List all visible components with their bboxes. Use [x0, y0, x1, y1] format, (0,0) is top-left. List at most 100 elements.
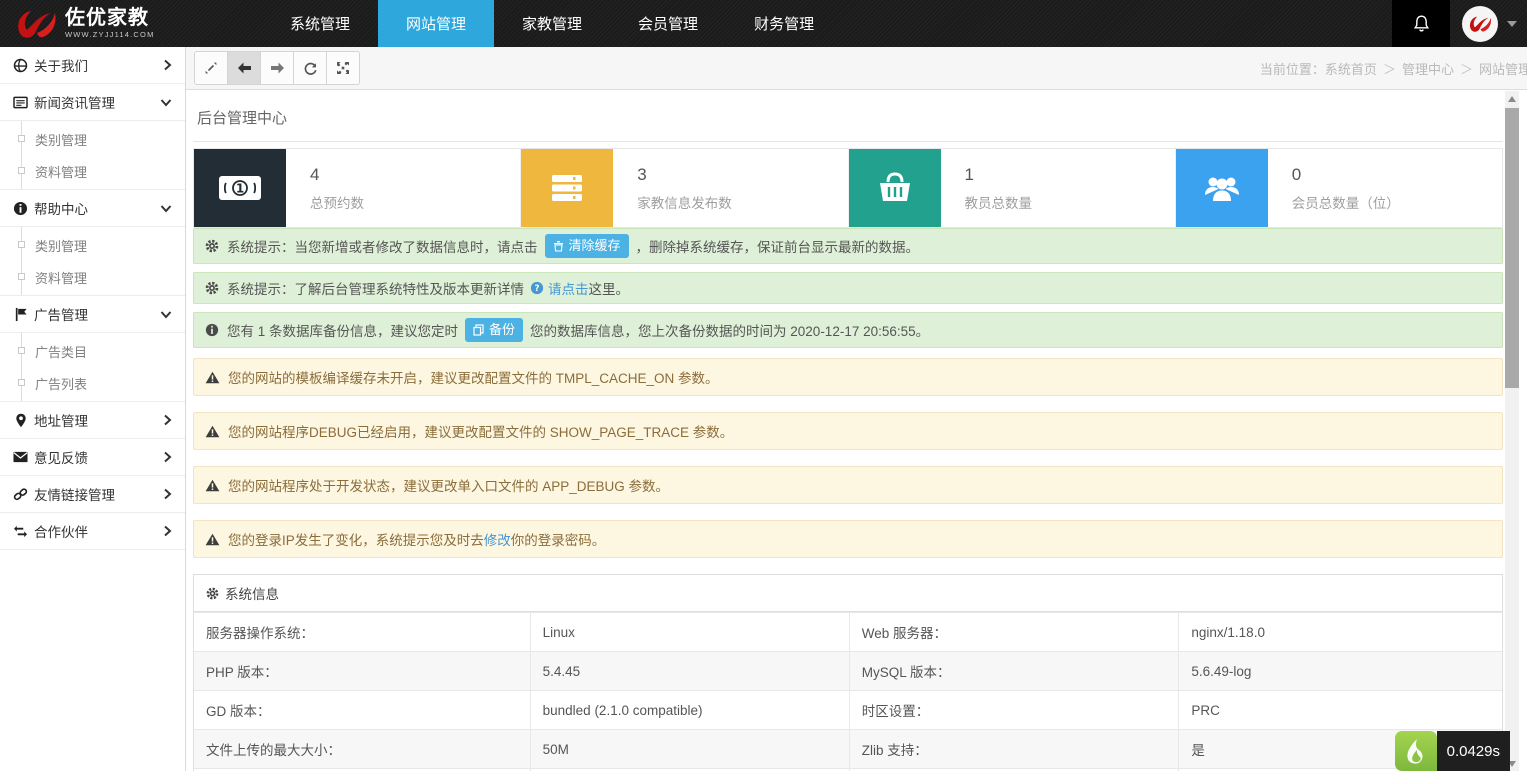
- system-info-panel: 系统信息 服务器操作系统：Linux Web 服务器：nginx/1.18.0 …: [193, 574, 1503, 771]
- fullscreen-button[interactable]: [326, 51, 360, 85]
- scroll-up-arrow-icon[interactable]: [1505, 91, 1519, 106]
- sidebar-item-links[interactable]: 友情链接管理: [0, 476, 185, 513]
- scrollbar-thumb[interactable]: [1505, 108, 1519, 388]
- stat-value: 1: [965, 165, 1033, 185]
- chevron-down-icon: [160, 310, 172, 319]
- chevron-right-icon: [163, 414, 172, 426]
- info-value: bundled (2.1.0 compatible): [530, 691, 849, 730]
- table-row: GD 版本：bundled (2.1.0 compatible) 时区设置：PR…: [194, 691, 1502, 730]
- chevron-right-icon: [163, 488, 172, 500]
- info-label: MySQL 版本：: [849, 652, 1179, 691]
- sidebar-item-about[interactable]: 关于我们: [0, 47, 185, 84]
- sidebar-submenu-ads: 广告类目 广告列表: [0, 333, 185, 402]
- sidebar-item-help[interactable]: 帮助中心: [0, 190, 185, 227]
- thinkphp-flame-icon: [1395, 731, 1437, 771]
- sidebar-item-label: 广告管理: [34, 304, 88, 324]
- sidebar-item-label: 意见反馈: [34, 447, 88, 467]
- info-value: 5.4.45: [530, 652, 849, 691]
- copy-icon: [473, 324, 484, 336]
- sidebar-submenu-news: 类别管理 资料管理: [0, 121, 185, 190]
- info-value: 50M: [530, 730, 849, 769]
- bell-icon: [1412, 14, 1431, 34]
- menu-item-finance[interactable]: 财务管理: [726, 0, 842, 47]
- sidebar-item-label: 新闻资讯管理: [34, 92, 115, 112]
- table-row: 服务器操作系统：Linux Web 服务器：nginx/1.18.0: [194, 613, 1502, 652]
- stat-label: 家教信息发布数: [637, 192, 732, 212]
- menu-item-system[interactable]: 系统管理: [262, 0, 378, 47]
- stat-card-members[interactable]: 0 会员总数量（位）: [1175, 149, 1502, 227]
- gear-icon: [205, 239, 219, 253]
- stat-label: 总预约数: [310, 192, 364, 212]
- main-menu: 系统管理 网站管理 家教管理 会员管理 财务管理: [262, 0, 842, 47]
- svg-text:?: ?: [534, 284, 539, 294]
- chevron-right-icon: [163, 451, 172, 463]
- vertical-scrollbar[interactable]: [1505, 91, 1519, 771]
- stat-card-bookings[interactable]: 1 4 总预约数: [194, 149, 520, 227]
- sidebar-submenu-help: 类别管理 资料管理: [0, 227, 185, 296]
- trace-badge[interactable]: 0.0429s: [1395, 731, 1510, 771]
- stat-value: 3: [637, 165, 732, 185]
- info-value: 5.6.49-log: [1179, 652, 1502, 691]
- stat-card-teachers[interactable]: 1 教员总数量: [848, 149, 1175, 227]
- table-row: 文件上传的最大大小：50M Zlib 支持：是: [194, 730, 1502, 769]
- chevron-down-icon: [1507, 21, 1517, 27]
- stat-card-tutor-posts[interactable]: 3 家教信息发布数: [520, 149, 847, 227]
- alert-text: 您的网站程序DEBUG已经启用，建议更改配置文件的 SHOW_PAGE_TRAC…: [228, 421, 733, 441]
- refresh-icon: [303, 61, 318, 76]
- alert-text: 您的登录IP发生了变化，系统提示您及时去: [228, 529, 484, 549]
- sidebar-item-address[interactable]: 地址管理: [0, 402, 185, 439]
- sidebar: 关于我们 新闻资讯管理 类别管理 资料管理 帮助中心 类别管理 资料管理: [0, 47, 186, 771]
- alert-text: 您的网站的模板编译缓存未开启，建议更改配置文件的 TMPL_CACHE_ON 参…: [228, 367, 719, 387]
- sidebar-subitem-ad-list[interactable]: 广告列表: [0, 367, 185, 399]
- page-title: 后台管理中心: [193, 97, 1503, 142]
- breadcrumb-separator: ＞: [1383, 62, 1396, 77]
- brand[interactable]: 佐优家教 WWW.ZYJJ114.COM: [0, 0, 262, 47]
- sidebar-item-partners[interactable]: 合作伙伴: [0, 513, 185, 550]
- back-button[interactable]: [227, 51, 261, 85]
- sidebar-subitem-label: 类别管理: [35, 130, 87, 149]
- map-marker-icon: [13, 413, 28, 428]
- user-menu[interactable]: [1450, 0, 1527, 47]
- sidebar-subitem-material[interactable]: 资料管理: [0, 261, 185, 293]
- clear-cache-button[interactable]: 清除缓存: [545, 234, 629, 258]
- breadcrumb-home[interactable]: 系统首页: [1325, 62, 1377, 77]
- sidebar-subitem-label: 资料管理: [35, 162, 87, 181]
- sidebar-subitem-label: 广告类目: [35, 342, 87, 361]
- sidebar-item-news[interactable]: 新闻资讯管理: [0, 84, 185, 121]
- sidebar-item-label: 帮助中心: [34, 198, 88, 218]
- square-bullet-icon: [18, 167, 25, 174]
- sidebar-item-feedback[interactable]: 意见反馈: [0, 439, 185, 476]
- gear-icon: [206, 587, 219, 600]
- info-value: PRC: [1179, 691, 1502, 730]
- info-label: Web 服务器：: [849, 613, 1179, 652]
- sidebar-subitem-ad-category[interactable]: 广告类目: [0, 335, 185, 367]
- chevron-right-icon: [163, 525, 172, 537]
- sidebar-subitem-category[interactable]: 类别管理: [0, 123, 185, 155]
- info-value: nginx/1.18.0: [1179, 613, 1502, 652]
- info-label: PHP 版本：: [194, 652, 530, 691]
- notifications-button[interactable]: [1392, 0, 1450, 47]
- svg-text:1: 1: [236, 182, 244, 196]
- stat-label: 教员总数量: [965, 192, 1033, 212]
- collapse-sidebar-button[interactable]: [194, 51, 228, 85]
- breadcrumb-admin-center[interactable]: 管理中心: [1402, 62, 1454, 77]
- menu-item-member[interactable]: 会员管理: [610, 0, 726, 47]
- info-label: Zlib 支持：: [849, 730, 1179, 769]
- menu-item-tutor[interactable]: 家教管理: [494, 0, 610, 47]
- sidebar-item-label: 友情链接管理: [34, 484, 115, 504]
- envelope-icon: [13, 450, 28, 465]
- page-load-time: 0.0429s: [1437, 731, 1510, 771]
- alert-text: 这里。: [589, 278, 630, 298]
- info-circle-icon: [13, 201, 28, 216]
- sidebar-item-ads[interactable]: 广告管理: [0, 296, 185, 333]
- version-details-link[interactable]: 请点击: [548, 278, 589, 298]
- menu-item-website[interactable]: 网站管理: [378, 0, 494, 47]
- forward-button[interactable]: [260, 51, 294, 85]
- sidebar-subitem-material[interactable]: 资料管理: [0, 155, 185, 187]
- refresh-button[interactable]: [293, 51, 327, 85]
- backup-button[interactable]: 备份: [465, 318, 523, 342]
- sidebar-subitem-category[interactable]: 类别管理: [0, 229, 185, 261]
- users-icon: [1176, 149, 1268, 227]
- sidebar-item-label: 关于我们: [34, 55, 88, 75]
- change-password-link[interactable]: 修改: [484, 529, 511, 549]
